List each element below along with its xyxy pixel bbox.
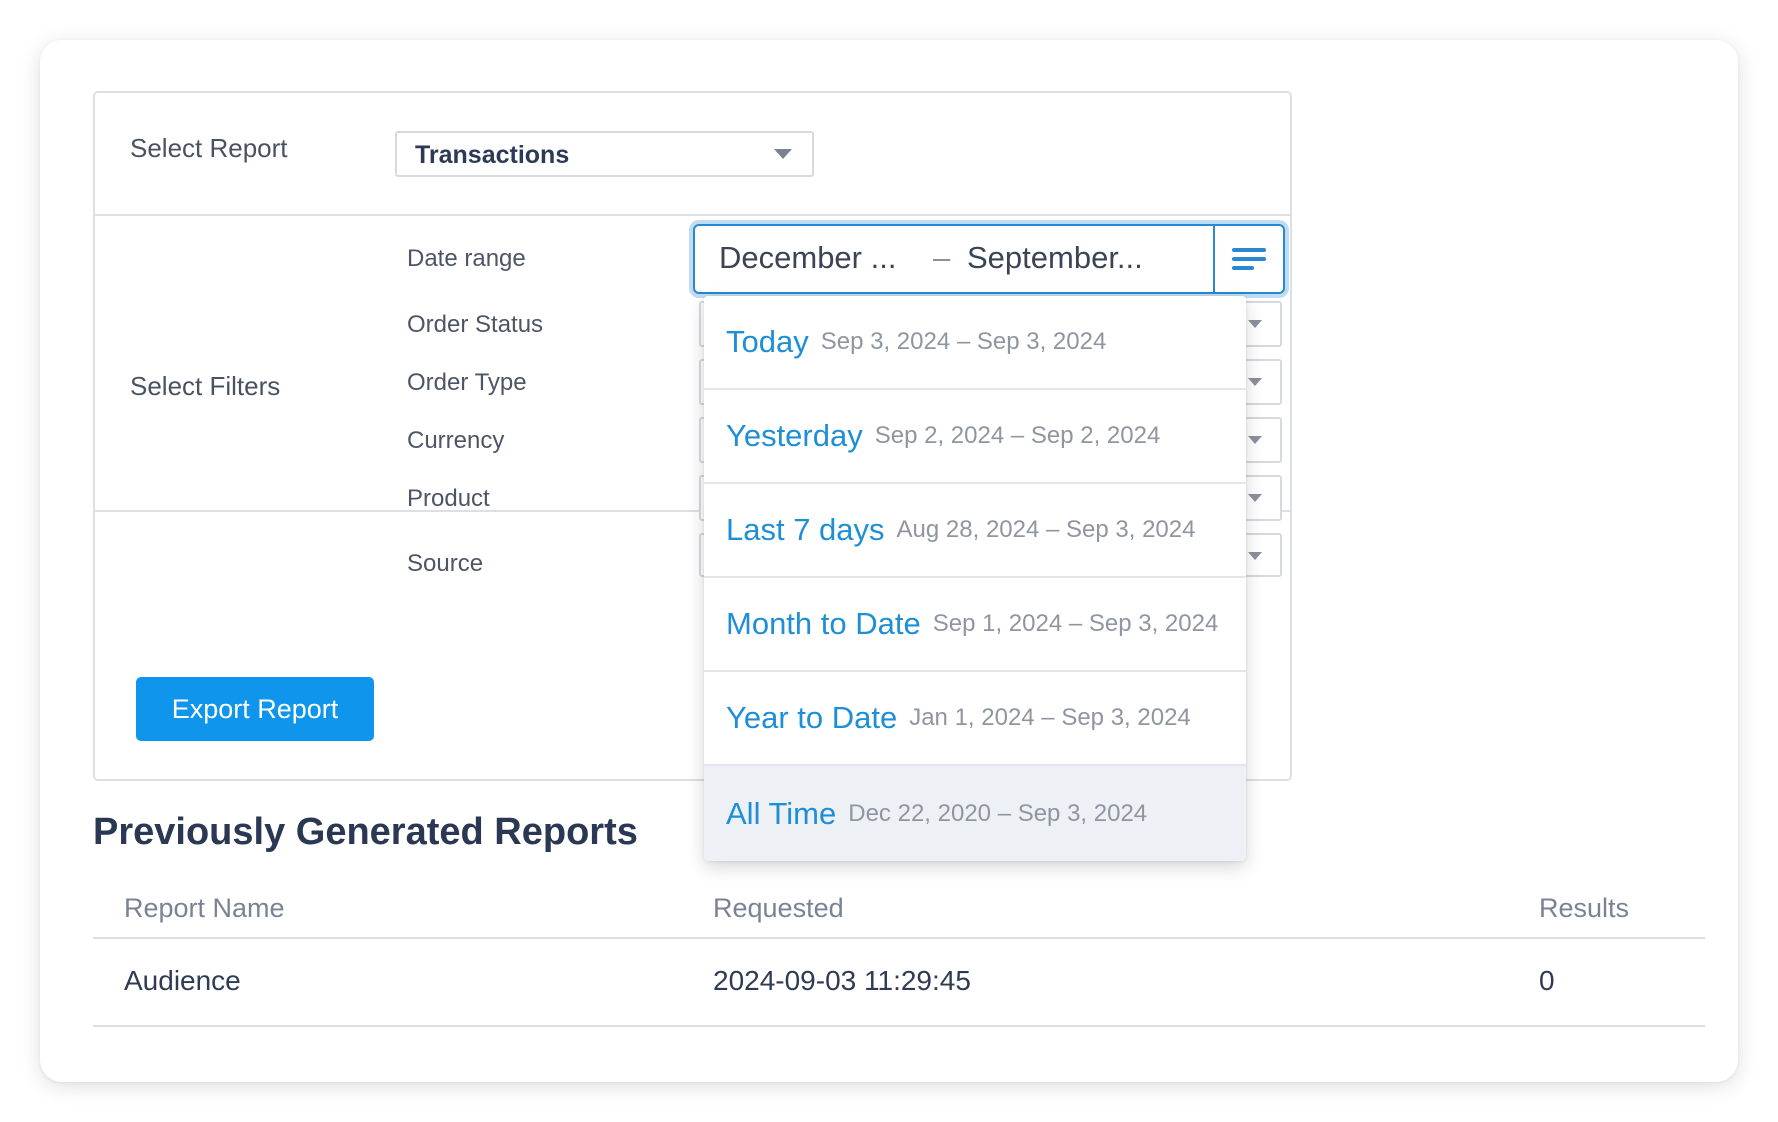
preset-option-range: Sep 1, 2024 – Sep 3, 2024: [932, 610, 1219, 637]
column-results: Results: [1539, 893, 1630, 923]
currency-label: Currency: [407, 427, 505, 454]
preset-option-range: Jan 1, 2024 – Sep 3, 2024: [909, 704, 1191, 731]
preset-option-range: Aug 28, 2024 – Sep 3, 2024: [896, 516, 1196, 543]
source-label: Source: [407, 550, 484, 577]
preset-option-yesterday[interactable]: Yesterday Sep 2, 2024 – Sep 2, 2024: [704, 390, 1246, 484]
preset-option-name: Last 7 days: [726, 512, 885, 547]
preset-option-name: Yesterday: [726, 418, 863, 453]
preset-option-month-to-date[interactable]: Month to Date Sep 1, 2024 – Sep 3, 2024: [704, 578, 1246, 672]
preset-option-name: Month to Date: [726, 606, 921, 641]
date-range-separator: –: [933, 240, 951, 275]
chevron-down-icon: [774, 149, 792, 159]
chevron-down-icon: [1248, 436, 1262, 444]
chevron-down-icon: [1248, 378, 1262, 386]
preset-menu-button[interactable]: [1213, 226, 1283, 292]
select-report-row: Select Report Transactions: [95, 93, 1290, 216]
preset-option-range: Dec 22, 2020 – Sep 3, 2024: [848, 799, 1148, 827]
preset-option-range: Sep 2, 2024 – Sep 2, 2024: [874, 422, 1161, 449]
report-select-value: Transactions: [415, 141, 570, 169]
preset-option-year-to-date[interactable]: Year to Date Jan 1, 2024 – Sep 3, 2024: [704, 672, 1246, 766]
preset-option-range: Sep 3, 2024 – Sep 3, 2024: [820, 328, 1107, 355]
column-report-name: Report Name: [124, 893, 285, 923]
chevron-down-icon: [1248, 494, 1262, 502]
date-preset-dropdown: Today Sep 3, 2024 – Sep 3, 2024 Yesterda…: [704, 296, 1246, 861]
table-row[interactable]: Audience 2024-09-03 11:29:45 0: [93, 941, 1705, 1027]
date-range-label: Date range: [407, 245, 526, 272]
select-filters-label: Select Filters: [130, 371, 281, 401]
chevron-down-icon: [1248, 552, 1262, 560]
row-report-name: Audience: [124, 965, 241, 996]
order-type-label: Order Type: [407, 369, 527, 396]
order-status-label: Order Status: [407, 311, 544, 338]
preset-option-today[interactable]: Today Sep 3, 2024 – Sep 3, 2024: [704, 296, 1246, 390]
date-range-to[interactable]: September...: [967, 240, 1143, 276]
preset-option-name: All Time: [726, 795, 837, 831]
preset-option-last-7-days[interactable]: Last 7 days Aug 28, 2024 – Sep 3, 2024: [704, 484, 1246, 578]
preset-option-all-time[interactable]: All Time Dec 22, 2020 – Sep 3, 2024: [704, 766, 1246, 861]
select-report-label: Select Report: [130, 133, 288, 163]
product-label: Product: [407, 485, 490, 512]
report-select[interactable]: Transactions: [395, 131, 814, 177]
previous-reports-title: Previously Generated Reports: [93, 811, 638, 853]
date-range-from[interactable]: December ...: [719, 240, 896, 276]
column-requested: Requested: [713, 893, 844, 923]
date-range-picker[interactable]: December ... – September...: [693, 224, 1285, 294]
row-results: 0: [1539, 965, 1555, 996]
export-report-button[interactable]: Export Report: [136, 677, 374, 741]
preset-option-name: Today: [726, 324, 809, 359]
reports-table-header: Report Name Requested Results: [93, 881, 1705, 939]
row-requested: 2024-09-03 11:29:45: [713, 965, 971, 996]
preset-option-name: Year to Date: [726, 700, 898, 735]
chevron-down-icon: [1248, 320, 1262, 328]
